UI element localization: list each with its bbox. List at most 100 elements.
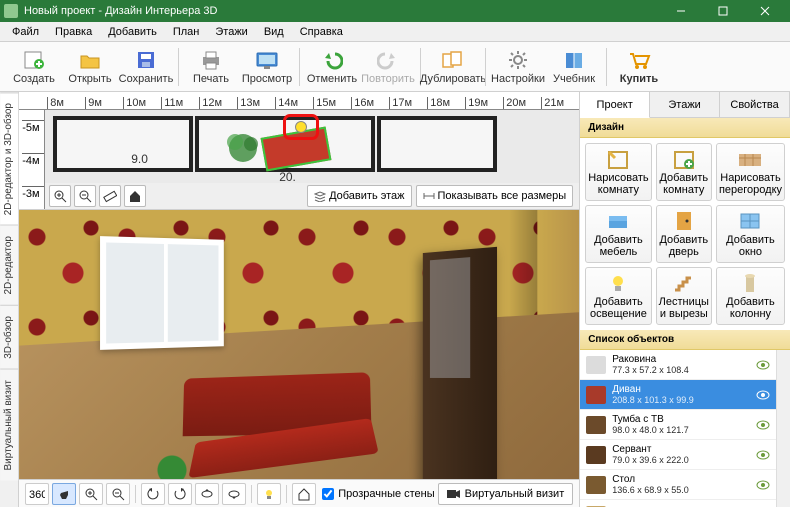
home-button[interactable] <box>124 185 146 207</box>
object-row[interactable]: Тумба с ТВ98.0 x 48.0 x 121.7 <box>580 410 776 440</box>
tool-label: Добавить колонну <box>719 296 782 320</box>
print-button[interactable]: Печать <box>183 44 239 90</box>
visibility-icon[interactable] <box>756 390 770 400</box>
minimize-button[interactable] <box>660 0 702 22</box>
visibility-icon[interactable] <box>756 420 770 430</box>
tilt-up-button[interactable] <box>195 483 219 505</box>
object-row[interactable]: Дверь <box>580 500 776 507</box>
objects-list: Раковина77.3 x 57.2 x 108.4Диван208.8 x … <box>580 350 790 507</box>
orbit-button[interactable]: 360 <box>25 483 49 505</box>
undo-button[interactable]: Отменить <box>304 44 360 90</box>
preview-button[interactable]: Просмотр <box>239 44 295 90</box>
object-dimensions: 79.0 x 39.6 x 222.0 <box>612 455 689 465</box>
visibility-icon[interactable] <box>756 450 770 460</box>
menu-file[interactable]: Файл <box>4 24 47 40</box>
vtab-2d[interactable]: 2D-редактор <box>0 225 18 305</box>
create-button[interactable]: Создать <box>6 44 62 90</box>
save-button[interactable]: Сохранить <box>118 44 174 90</box>
buy-button[interactable]: Купить <box>611 44 667 90</box>
tool-button[interactable]: Добавить окно <box>716 205 785 263</box>
scrollbar[interactable] <box>776 350 790 507</box>
object-row[interactable]: Диван208.8 x 101.3 x 99.9 <box>580 380 776 410</box>
side-panel: Проект Этажи Свойства Дизайн Нарисовать … <box>579 92 790 507</box>
sofa-3d <box>179 375 379 479</box>
title-bar: Новый проект - Дизайн Интерьера 3D <box>0 0 790 22</box>
object-dimensions: 77.3 x 57.2 x 108.4 <box>612 365 689 375</box>
tool-button[interactable]: Добавить мебель <box>585 205 651 263</box>
settings-button[interactable]: Настройки <box>490 44 546 90</box>
tilt-down-button[interactable] <box>222 483 246 505</box>
pan-button[interactable] <box>52 483 76 505</box>
menu-plan[interactable]: План <box>165 24 208 40</box>
window-3d <box>100 236 224 350</box>
ruler-tick: -4м <box>22 153 44 167</box>
ruler-tick: 14м <box>275 97 313 109</box>
tab-project[interactable]: Проект <box>580 92 650 118</box>
tool-icon <box>737 148 763 170</box>
zoom-out-button[interactable] <box>74 185 96 207</box>
tool-button[interactable]: Добавить комнату <box>656 143 712 201</box>
object-row[interactable]: Сервант79.0 x 39.6 x 222.0 <box>580 440 776 470</box>
rotate-left-button[interactable] <box>141 483 165 505</box>
tab-floors[interactable]: Этажи <box>650 92 720 117</box>
ruler-tick: 18м <box>427 97 465 109</box>
horizontal-ruler: 8м9м10м11м12м13м14м15м16м17м18м19м20м21м <box>19 92 579 110</box>
dimension-label: 20. <box>279 170 296 184</box>
tool-button[interactable]: Добавить дверь <box>656 205 712 263</box>
vtab-3d[interactable]: 3D-обзор <box>0 305 18 369</box>
add-floor-button[interactable]: Добавить этаж <box>307 185 411 207</box>
tool-button[interactable]: Добавить освещение <box>585 267 651 325</box>
menu-view[interactable]: Вид <box>256 24 292 40</box>
light-button[interactable] <box>257 483 281 505</box>
tool-icon <box>671 148 697 170</box>
tab-properties[interactable]: Свойства <box>720 92 790 117</box>
open-button[interactable]: Открыть <box>62 44 118 90</box>
ruler-tick: -3м <box>22 186 44 200</box>
duplicate-button[interactable]: Дублировать <box>425 44 481 90</box>
tool-icon <box>671 272 697 294</box>
visibility-icon[interactable] <box>756 480 770 490</box>
bottom-toolbar: 360 Прозрачные стены Виртуальный визит <box>19 479 579 507</box>
side-tabs: Проект Этажи Свойства <box>580 92 790 118</box>
close-button[interactable] <box>744 0 786 22</box>
virtual-visit-button[interactable]: Виртуальный визит <box>438 483 574 505</box>
transparent-walls-checkbox[interactable]: Прозрачные стены <box>322 488 434 500</box>
measure-button[interactable] <box>99 185 121 207</box>
object-dimensions: 98.0 x 48.0 x 121.7 <box>612 425 689 435</box>
vtab-virtual[interactable]: Виртуальный визит <box>0 369 18 481</box>
object-row[interactable]: Раковина77.3 x 57.2 x 108.4 <box>580 350 776 380</box>
menu-floors[interactable]: Этажи <box>207 24 255 40</box>
object-name: Тумба с ТВ <box>612 414 689 426</box>
vtab-2d-3d[interactable]: 2D-редактор и 3D-обзор <box>0 92 18 225</box>
object-row[interactable]: Стол136.6 x 68.9 x 55.0 <box>580 470 776 500</box>
menu-add[interactable]: Добавить <box>100 24 165 40</box>
app-icon <box>4 4 18 18</box>
view-3d[interactable] <box>19 210 579 479</box>
ruler-tick: 11м <box>161 97 199 109</box>
zoom-out-3d-button[interactable] <box>106 483 130 505</box>
object-thumb-icon <box>586 446 606 464</box>
visibility-icon[interactable] <box>756 360 770 370</box>
maximize-button[interactable] <box>702 0 744 22</box>
tool-button[interactable]: Нарисовать комнату <box>585 143 651 201</box>
tool-icon <box>605 272 631 294</box>
menu-edit[interactable]: Правка <box>47 24 100 40</box>
reset-view-button[interactable] <box>292 483 316 505</box>
tool-label: Добавить освещение <box>588 296 648 320</box>
redo-button[interactable]: Повторить <box>360 44 416 90</box>
rotate-right-button[interactable] <box>168 483 192 505</box>
menu-help[interactable]: Справка <box>292 24 351 40</box>
tool-label: Добавить дверь <box>659 234 709 258</box>
tool-button[interactable]: Добавить колонну <box>716 267 785 325</box>
ruler-tick: 15м <box>313 97 351 109</box>
plan-2d-view[interactable]: -5м-4м-3м 9.0 20. Добавить этаж По <box>19 110 579 210</box>
tutorial-button[interactable]: Учебник <box>546 44 602 90</box>
show-dimensions-button[interactable]: Показывать все размеры <box>416 185 574 207</box>
zoom-in-3d-button[interactable] <box>79 483 103 505</box>
object-thumb-icon <box>586 356 606 374</box>
tool-button[interactable]: Лестницы и вырезы <box>656 267 712 325</box>
plant-2d-icon <box>223 128 263 168</box>
svg-text:360: 360 <box>29 489 45 501</box>
zoom-in-button[interactable] <box>49 185 71 207</box>
tool-button[interactable]: Нарисовать перегородку <box>716 143 785 201</box>
